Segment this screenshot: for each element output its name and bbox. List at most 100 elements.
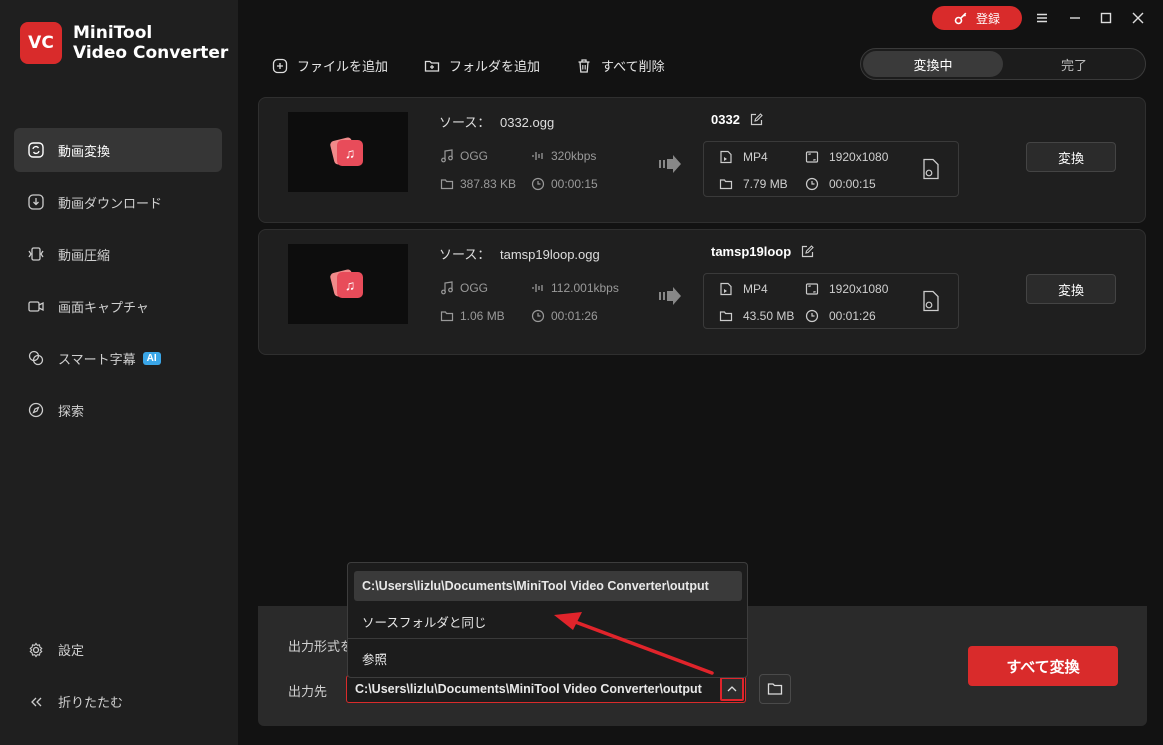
out-format: MP4 [719, 282, 768, 296]
minimize-icon [1070, 17, 1080, 19]
sidebar-item-video-download[interactable]: 動画ダウンロード [14, 180, 222, 224]
edit-icon[interactable] [801, 245, 814, 258]
src-duration-value: 00:00:15 [551, 177, 598, 191]
settings-button[interactable]: 設定 [28, 640, 208, 659]
folder-icon [440, 179, 454, 190]
file-thumbnail: ♫ [288, 244, 408, 324]
out-resolution-value: 1920x1080 [829, 150, 889, 164]
maximize-button[interactable] [1097, 9, 1115, 27]
output-format-label: 出力形式を [288, 639, 354, 654]
add-folder-button[interactable]: フォルダを追加 [424, 56, 540, 75]
music-note-icon: ♫ [337, 272, 363, 298]
sidebar: VC MiniTool Video Converter 動画変換 動画ダウンロー… [0, 0, 238, 745]
sidebar-item-label: スマート字幕 [58, 351, 136, 367]
add-file-button[interactable]: ファイルを追加 [272, 56, 388, 75]
double-chevron-left-icon [28, 694, 44, 710]
source-prefix: ソース： [439, 247, 491, 262]
app-name-line1: MiniTool [73, 23, 153, 43]
out-format-value: MP4 [743, 150, 768, 164]
path-dropdown-toggle[interactable] [720, 677, 744, 701]
collapse-label: 折りたたむ [58, 695, 124, 710]
output-dest-label: 出力先 [288, 684, 328, 699]
annotation-arrow [554, 612, 714, 675]
output-settings-box[interactable]: MP4 1920x1080 7.79 MB 00:00:15 [703, 141, 959, 197]
source-line: ソース： tamsp19loop.ogg [439, 244, 600, 263]
output-settings-box[interactable]: MP4 1920x1080 43.50 MB 00:01:26 [703, 273, 959, 329]
close-button[interactable] [1129, 9, 1147, 27]
src-bitrate-value: 112.001kbps [551, 281, 619, 295]
folder-icon [719, 179, 733, 190]
add-folder-label: フォルダを追加 [449, 59, 541, 74]
file-settings-icon[interactable] [922, 290, 940, 317]
clock-icon [531, 309, 545, 323]
output-name: tamsp19loop [711, 244, 814, 259]
video-file-icon [720, 150, 732, 164]
tab-converting[interactable]: 変換中 [863, 51, 1003, 77]
convert-button[interactable]: 変換 [1026, 274, 1116, 304]
waveform-icon [532, 284, 543, 292]
menu-button[interactable] [1033, 9, 1051, 27]
app-logo: VC MiniTool Video Converter [20, 22, 228, 64]
source-prefix: ソース： [439, 115, 491, 130]
out-format: MP4 [719, 150, 768, 164]
sidebar-item-smart-subtitle[interactable]: スマート字幕 AI [14, 336, 222, 380]
sidebar-item-screen-capture[interactable]: 画面キャプチャ [14, 284, 222, 328]
src-size-value: 387.83 KB [460, 177, 517, 191]
output-path-value: C:\Users\lizlu\Documents\MiniTool Video … [355, 682, 702, 696]
out-format-value: MP4 [743, 282, 768, 296]
src-bitrate-value: 320kbps [551, 149, 597, 163]
compass-icon [28, 402, 44, 418]
src-format: OGG [440, 281, 488, 295]
subtitle-icon [28, 350, 44, 366]
folder-icon [440, 311, 454, 322]
hamburger-icon [1037, 13, 1047, 23]
music-note-icon: ♫ [337, 140, 363, 166]
src-bitrate: 320kbps [531, 149, 596, 163]
sidebar-item-explore[interactable]: 探索 [14, 388, 222, 432]
output-name-value: 0332 [711, 112, 740, 127]
src-duration: 00:00:15 [531, 177, 598, 191]
sidebar-item-video-compress[interactable]: 動画圧縮 [14, 232, 222, 276]
src-duration: 00:01:26 [531, 309, 598, 323]
settings-label: 設定 [58, 643, 85, 658]
login-button[interactable]: 登録 [932, 6, 1022, 30]
file-card: ♫ ソース： 0332.ogg OGG 320kbps 387.83 KB 00… [258, 97, 1146, 223]
tab-done[interactable]: 完了 [1004, 51, 1144, 77]
sidebar-item-video-convert[interactable]: 動画変換 [14, 128, 222, 172]
folder-icon [719, 311, 733, 322]
source-filename: tamsp19loop.ogg [499, 247, 600, 262]
delete-all-label: すべて削除 [601, 59, 665, 74]
sidebar-item-label: 動画変換 [58, 143, 111, 159]
minimize-button[interactable] [1066, 9, 1084, 27]
plus-circle-icon [272, 58, 288, 73]
convert-icon [28, 142, 44, 158]
music-icon [441, 149, 453, 163]
edit-icon[interactable] [750, 113, 763, 126]
sidebar-nav: 動画変換 動画ダウンロード 動画圧縮 画面キャプチャ スマート字幕 AI 探索 [14, 128, 222, 440]
video-file-icon [720, 282, 732, 296]
login-label: 登録 [975, 11, 1000, 26]
out-duration-value: 00:01:26 [829, 309, 876, 323]
src-format-value: OGG [460, 149, 489, 163]
app-name: MiniTool Video Converter [73, 23, 228, 63]
open-folder-button[interactable] [759, 674, 791, 704]
delete-all-button[interactable]: すべて削除 [576, 56, 665, 75]
dropdown-option-output-path[interactable]: C:\Users\lizlu\Documents\MiniTool Video … [354, 571, 742, 601]
file-settings-icon[interactable] [922, 158, 940, 185]
music-icon [441, 281, 453, 295]
sidebar-item-label: 画面キャプチャ [58, 299, 149, 315]
convert-all-button[interactable]: すべて変換 [968, 646, 1118, 686]
clock-icon [805, 309, 819, 323]
out-duration: 00:00:15 [805, 177, 876, 191]
src-size: 1.06 MB [440, 309, 505, 323]
convert-button[interactable]: 変換 [1026, 142, 1116, 172]
toolbar: ファイルを追加 フォルダを追加 すべて削除 [272, 56, 701, 75]
app-name-line2: Video Converter [73, 43, 229, 63]
gear-icon [28, 642, 44, 658]
camera-icon [28, 298, 44, 314]
out-duration: 00:01:26 [805, 309, 876, 323]
src-format: OGG [440, 149, 488, 163]
collapse-button[interactable]: 折りたたむ [28, 692, 208, 711]
logo-badge: VC [20, 22, 62, 64]
sidebar-item-label: 探索 [58, 403, 85, 419]
